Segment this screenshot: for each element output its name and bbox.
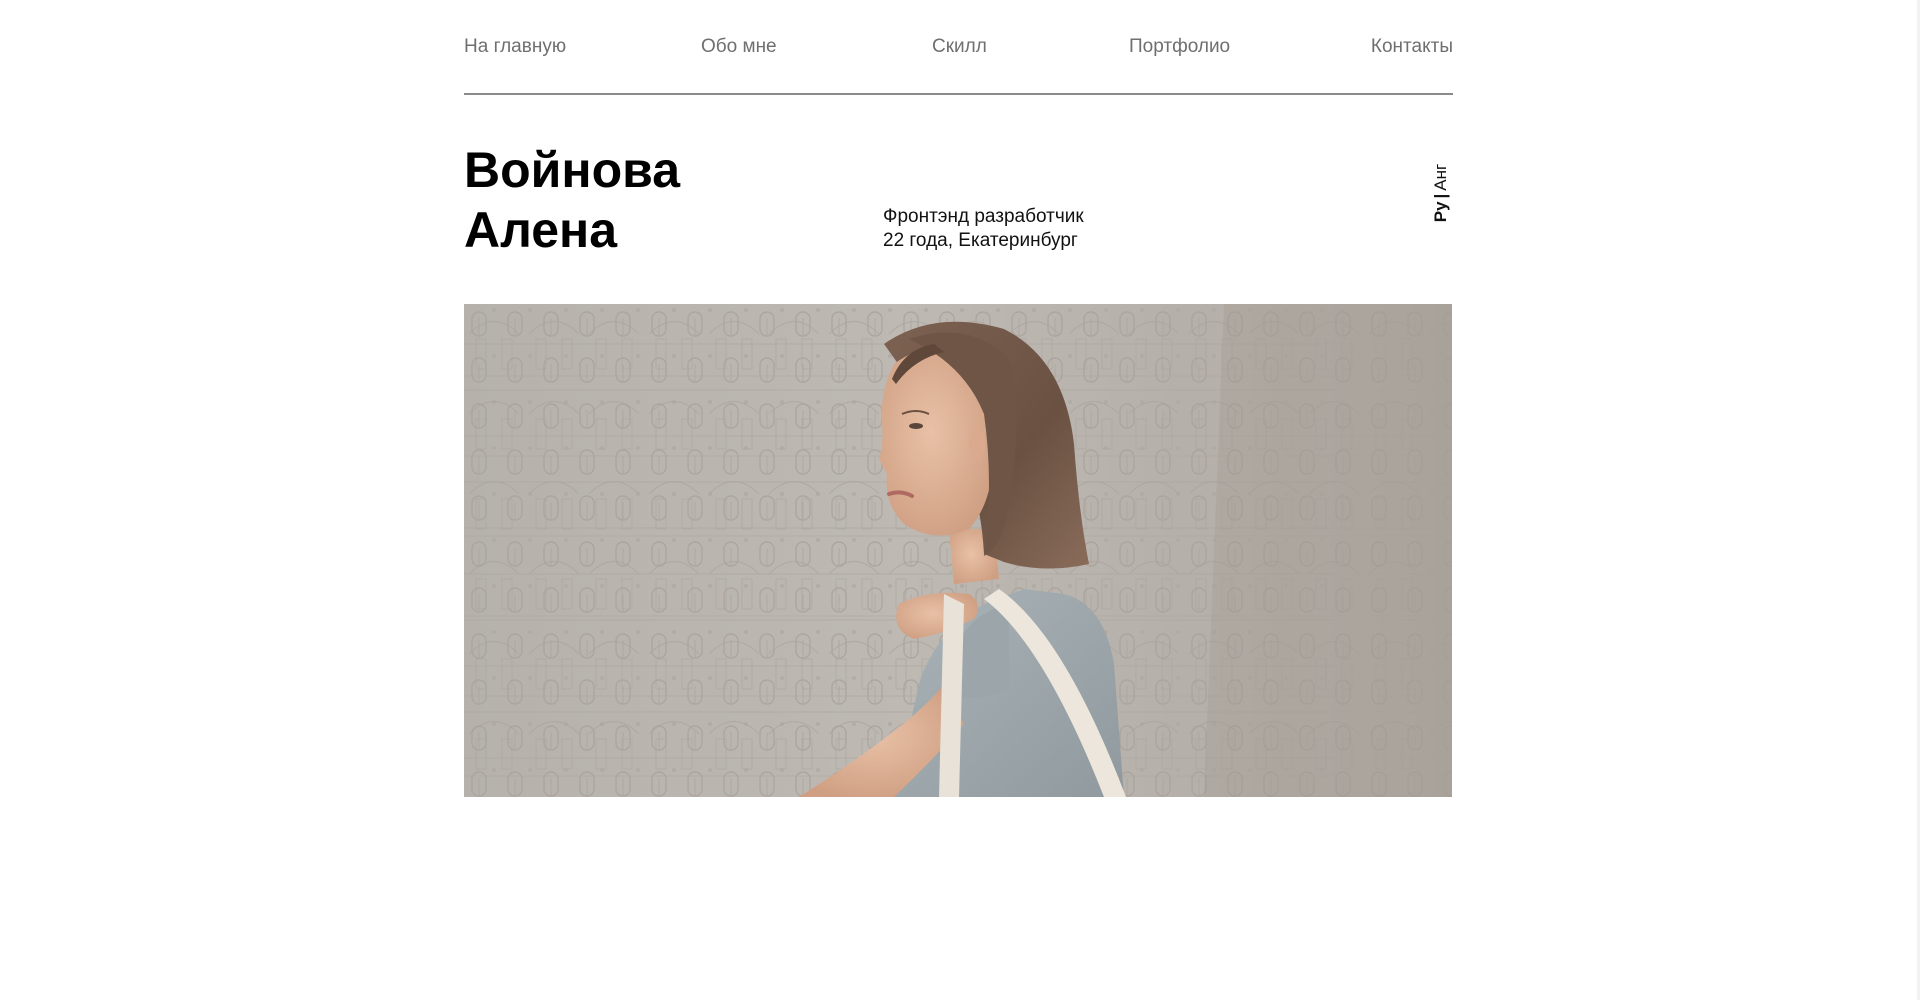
nav-link-skills[interactable]: Скилл xyxy=(932,34,987,60)
name-line-surname: Войнова xyxy=(464,142,681,198)
hero-subtitle: Фронтэнд разработчик 22 года, Екатеринбу… xyxy=(883,205,1084,253)
name-line-firstname: Алена xyxy=(464,202,618,258)
lang-en-button[interactable]: Анг xyxy=(1431,164,1450,191)
nav-link-contacts[interactable]: Контакты xyxy=(1371,34,1453,60)
language-switcher: Ру | Анг xyxy=(1429,158,1453,228)
top-navigation: На главную Обо мне Скилл Портфолио Конта… xyxy=(464,34,1453,60)
details-text: 22 года, Екатеринбург xyxy=(883,230,1078,251)
lang-ru-button[interactable]: Ру xyxy=(1431,201,1450,222)
page-title: Войнова Алена xyxy=(464,140,680,260)
nav-link-about[interactable]: Обо мне xyxy=(701,34,777,60)
nav-link-home[interactable]: На главную xyxy=(464,34,566,60)
role-text: Фронтэнд разработчик xyxy=(883,206,1084,227)
hero-photo xyxy=(464,304,1452,797)
nav-divider xyxy=(464,93,1453,95)
lang-separator: | xyxy=(1431,193,1450,199)
nav-link-portfolio[interactable]: Портфолио xyxy=(1129,34,1230,60)
portrait-photo-image xyxy=(464,304,1452,797)
page: На главную Обо мне Скилл Портфолио Конта… xyxy=(0,0,1920,1000)
